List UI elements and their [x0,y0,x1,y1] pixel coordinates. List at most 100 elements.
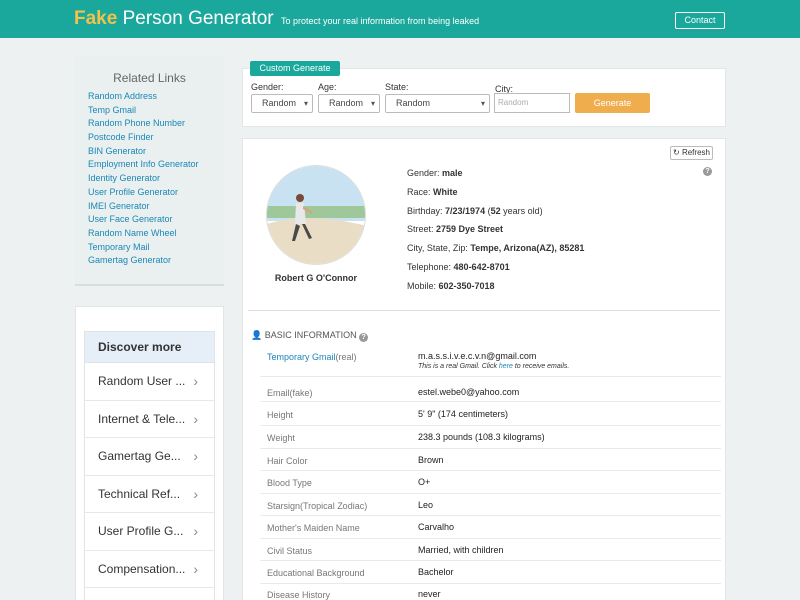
discover-box: Discover more Random User ... › Internet … [84,331,215,600]
related-link[interactable]: IMEI Generator [88,200,199,214]
related-link[interactable]: Random Name Wheel [88,227,199,241]
table-row: Hair Color Brown [260,449,721,471]
age-select[interactable]: Random ▾ [318,94,380,113]
chevron-right-icon: › [193,523,198,539]
discover-item-label: Random User ... [98,374,186,388]
custom-generate-tab[interactable]: Custom Generate [250,61,340,76]
discover-item[interactable]: Internet & Tele... › [85,401,214,438]
table-row: Blood Type O+ [260,471,721,494]
age-close: years old) [500,206,543,216]
gender-select-value: Random [262,98,297,108]
discover-item[interactable]: User Profile G... › [85,513,214,551]
contact-button[interactable]: Contact [675,12,725,29]
row-value: Married, with children [418,545,504,555]
discover-title: Discover more [85,332,214,363]
help-icon[interactable]: ? [359,333,369,342]
row-label: Temporary Gmail(real) [267,352,357,362]
row-value: Brown [418,455,444,465]
receive-emails-link[interactable]: here [499,363,513,370]
related-link[interactable]: Postcode Finder [88,131,199,145]
related-link[interactable]: Temp Gmail [88,104,199,118]
refresh-button[interactable]: ↻ Refresh [670,146,713,160]
race-value: White [433,187,458,197]
top-navbar: Fake Person Generator To protect your re… [0,0,800,38]
table-row: Civil Status Married, with children [260,539,721,561]
telephone-info: Telephone: 480-642-8701 [407,262,510,272]
divider [248,310,720,311]
row-label: Weight [267,433,295,443]
brand-fake-text: Fake [74,8,118,29]
table-row: Height 5' 9" (174 centimeters) [260,402,721,426]
row-value: never [418,589,441,599]
related-link[interactable]: Gamertag Generator [88,254,199,268]
temp-gmail-link[interactable]: Temporary Gmail [267,352,336,362]
row-label: Civil Status [267,546,313,556]
related-link[interactable]: Random Phone Number [88,117,199,131]
temp-gmail-value: m.a.s.s.i.v.e.c.v.n@gmail.com [418,351,537,361]
gender-select[interactable]: Random ▾ [251,94,313,113]
age-value: 52 [490,206,501,216]
row-label: Email(fake) [267,388,313,398]
row-label: Disease History [267,590,331,600]
table-row: Disease History never [260,584,721,600]
race-info-label: Race: [407,187,434,197]
site-logo[interactable]: Fake Person Generator [74,8,274,30]
related-link[interactable]: User Profile Generator [88,186,199,200]
discover-item-label: Compensation... [98,561,186,576]
table-row: Mother's Maiden Name Carvalho [260,516,721,539]
discover-item[interactable]: Gamertag Ge... › [85,438,214,476]
chevron-right-icon: › [193,410,198,427]
row-value: Leo [418,500,434,510]
row-value: 238.3 pounds (108.3 kilograms) [418,432,545,442]
gender-info: Gender: male [407,168,463,178]
related-links-panel: Related Links Random Address Temp Gmail … [75,56,224,286]
temp-gmail-suffix: (real) [335,352,357,362]
refresh-icon: ↻ [673,148,680,157]
telephone-info-label: Telephone: [407,262,454,272]
mobile-info: Mobile: 602-350-7018 [407,281,495,291]
avatar-photo [267,166,365,264]
row-label: Height [267,410,294,420]
chevron-right-icon: › [193,448,198,464]
brand-rest-text: Person Generator [117,8,274,29]
discover-item[interactable]: Random User ... › [85,363,214,401]
state-select-value: Random [396,98,431,108]
discover-item[interactable]: Compensation... › [85,551,214,588]
gender-info-label: Gender: [407,168,443,178]
state-label: State: [385,82,409,92]
row-label: Hair Color [267,456,308,466]
table-row: Temporary Gmail(real) m.a.s.s.i.v.e.c.v.… [260,346,721,377]
chevron-right-icon: › [193,485,198,502]
row-value: Carvalho [418,522,455,532]
row-label: Educational Background [267,568,365,578]
row-label: Starsign(Tropical Zodiac) [267,501,368,511]
row-value: Bachelor [418,567,454,577]
table-row: Educational Background Bachelor [260,561,721,584]
discover-item-label: Technical Ref... [98,486,181,501]
related-link[interactable]: BIN Generator [88,145,199,159]
chevron-down-icon: ▾ [480,99,485,108]
row-label: Blood Type [267,478,312,488]
chevron-down-icon: ▾ [370,99,375,108]
related-links-list: Random Address Temp Gmail Random Phone N… [88,90,199,268]
chevron-right-icon: › [193,560,198,577]
state-select[interactable]: Random ▾ [385,94,490,113]
birthday-info-label: Birthday: [407,206,446,216]
help-icon[interactable]: ? [703,167,712,176]
city-input[interactable]: Random [494,93,570,113]
discover-item[interactable]: Technical Ref... › [85,476,214,513]
site-tagline: To protect your real information from be… [281,16,480,26]
generate-button[interactable]: Generate [575,93,650,113]
basic-info-heading: 👤 BASIC INFORMATION ? [251,330,369,342]
related-link[interactable]: User Face Generator [88,213,199,227]
related-link[interactable]: Temporary Mail [88,241,199,255]
related-link[interactable]: Employment Info Generator [88,158,199,172]
user-icon: 👤 [251,330,263,340]
mobile-value: 602-350-7018 [438,281,495,291]
related-link[interactable]: Identity Generator [88,172,199,186]
discover-item-label: Internet & Tele... [98,411,186,426]
refresh-label: Refresh [681,148,710,157]
discover-item-label: User Profile G... [98,524,184,538]
csz-value: Tempe, Arizona(AZ), 85281 [470,243,585,253]
related-link[interactable]: Random Address [88,90,199,104]
